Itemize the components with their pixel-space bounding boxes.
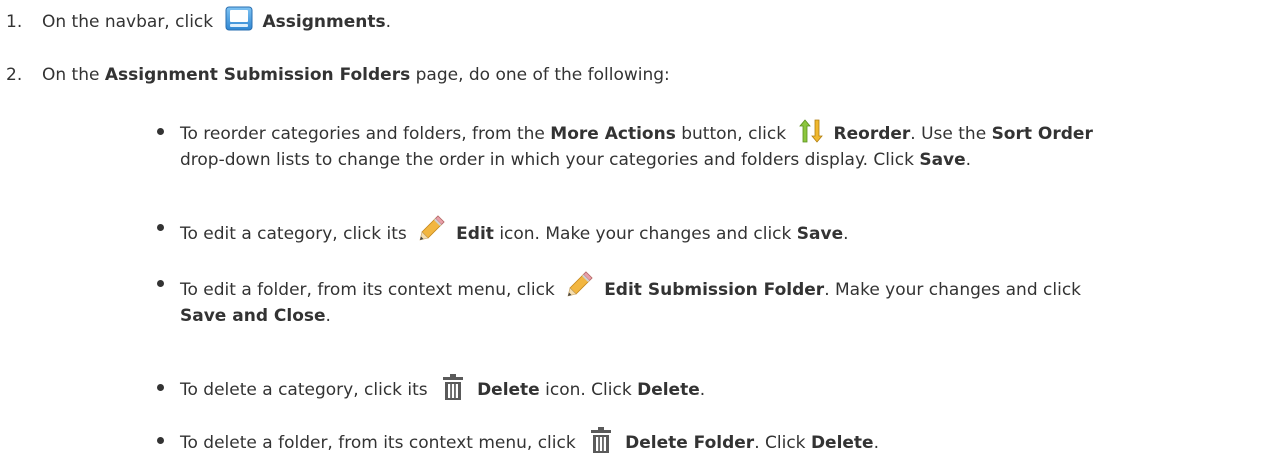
delete-label: Delete xyxy=(477,380,540,400)
pencil-icon xyxy=(567,271,593,297)
trash-icon xyxy=(443,374,464,400)
trash-icon xyxy=(591,427,612,453)
text-run: . Use the xyxy=(910,124,987,144)
save-and-close-label: Save and Close xyxy=(180,306,326,326)
step-2: 2. On the Assignment Submission Folders p… xyxy=(6,63,670,87)
bullet-dot xyxy=(157,280,164,287)
text-run: icon. Click xyxy=(545,380,632,400)
text-run: . Make your changes and click xyxy=(824,280,1082,300)
page-name: Assignment Submission Folders xyxy=(104,65,411,85)
edit-label: Edit xyxy=(456,224,494,244)
list-item-text: To edit a category, click its Edit icon.… xyxy=(180,214,1257,247)
assignments-icon xyxy=(225,6,253,31)
step-text: On the navbar, click xyxy=(42,12,214,32)
text-run: icon. Make your changes and click xyxy=(499,224,792,244)
assignments-label: Assignments xyxy=(262,12,386,32)
bullet-dot xyxy=(157,224,164,231)
list-item-text: To delete a folder, from its context men… xyxy=(180,427,1257,456)
sort-order-label: Sort Order xyxy=(991,124,1093,144)
text-run: To reorder categories and folders, from … xyxy=(180,124,545,144)
text-run: To edit a category, click its xyxy=(180,224,407,244)
bullet-dot xyxy=(157,384,164,391)
edit-submission-folder-label: Edit Submission Folder xyxy=(604,280,825,300)
reorder-icon xyxy=(798,119,823,143)
step-text: page, do one of the following: xyxy=(415,65,670,85)
step-number: 2. xyxy=(6,65,23,85)
more-actions-label: More Actions xyxy=(550,124,676,144)
text-run: . xyxy=(843,224,849,244)
text-run: . xyxy=(873,433,879,453)
text-run: button, click xyxy=(681,124,787,144)
text-run: To delete a folder, from its context men… xyxy=(180,433,576,453)
text-run: . xyxy=(325,306,331,326)
list-item-text: To reorder categories and folders, from … xyxy=(180,118,1257,173)
delete-label: Delete xyxy=(637,380,700,400)
reorder-label: Reorder xyxy=(833,124,911,144)
bullet-dot xyxy=(157,128,164,135)
punctuation: . xyxy=(385,12,392,32)
text-run: . xyxy=(699,380,706,400)
bullet-dot xyxy=(157,437,164,444)
save-label: Save xyxy=(919,150,966,170)
list-item-text: To edit a folder, from its context menu,… xyxy=(180,270,1257,329)
delete-folder-label: Delete Folder xyxy=(625,433,755,453)
text-run: . Click xyxy=(754,433,806,453)
delete-label: Delete xyxy=(810,433,874,453)
step-text: On the xyxy=(42,65,100,85)
text-run: To delete a category, click its xyxy=(180,380,428,400)
text-run: drop-down lists to change the order in w… xyxy=(180,150,914,170)
text-run: . xyxy=(965,150,972,170)
pencil-icon xyxy=(419,215,445,241)
text-run: To edit a folder, from its context menu,… xyxy=(180,280,555,300)
step-number: 1. xyxy=(6,12,23,32)
list-item-text: To delete a category, click its Delete i… xyxy=(180,374,1257,403)
step-1: 1. On the navbar, click Assignments. xyxy=(6,6,391,34)
save-label: Save xyxy=(796,224,844,244)
